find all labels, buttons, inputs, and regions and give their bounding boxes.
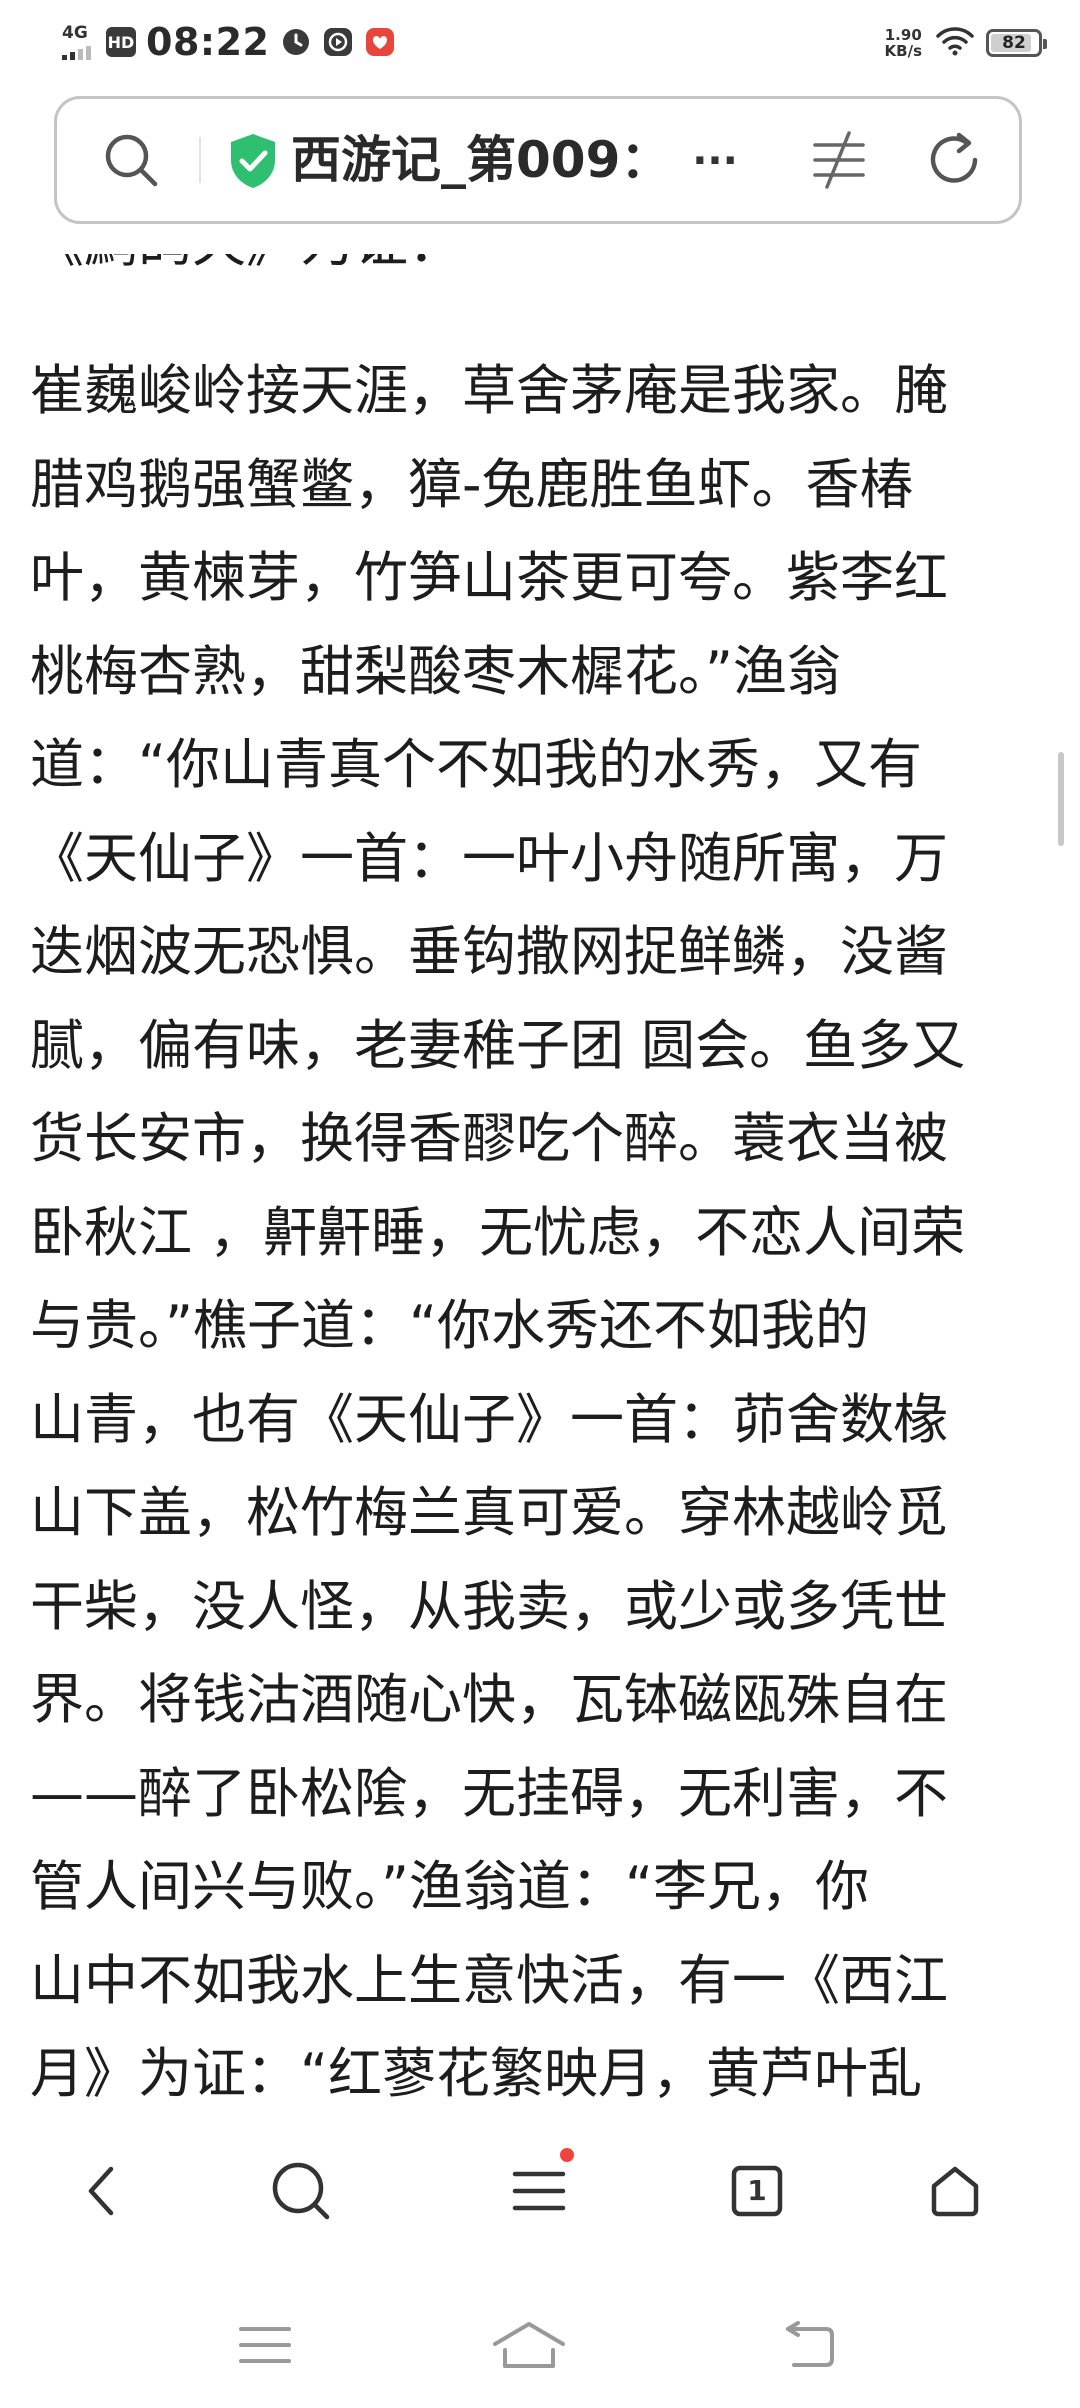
notification-dot bbox=[560, 2148, 574, 2162]
text-line: 干柴，没人怪，从我卖，或少或多凭世 bbox=[30, 1574, 948, 1638]
search-icon[interactable] bbox=[101, 130, 161, 190]
article-content[interactable]: 《鹧鸪天》为证： 崔巍峻岭接天涯，草舍茅庵是我家。腌 腊鸡鹅强蟹鳖，獐-兔鹿胜鱼… bbox=[0, 254, 1080, 2112]
home-button[interactable] bbox=[910, 2146, 1000, 2236]
clock: 08:22 bbox=[146, 20, 270, 64]
status-right: 1.90 KB/s 82 bbox=[884, 18, 1047, 68]
back-arrow-icon bbox=[786, 2321, 834, 2367]
page-title[interactable]: 西游记_第009： bbox=[291, 127, 701, 193]
text-line: 桃梅杏熟，甜梨酸枣木樨花。”渔翁 bbox=[30, 639, 841, 703]
text-line: 卧秋江 ，鼾鼾睡，无忧虑，不恋人间荣 bbox=[30, 1200, 966, 1264]
refresh-icon[interactable] bbox=[923, 129, 985, 191]
status-bar: 4G HD 08:22 1.90 KB/s 82 bbox=[0, 0, 1080, 84]
signal-icon: 4G bbox=[62, 24, 98, 60]
article-body: 崔巍峻岭接天涯，草舍茅庵是我家。腌 腊鸡鹅强蟹鳖，獐-兔鹿胜鱼虾。香椿 叶，黄楝… bbox=[30, 344, 1030, 2112]
tabs-button[interactable]: 1 bbox=[712, 2146, 802, 2236]
text-line: 与贵。”樵子道：“你水秀还不如我的 bbox=[30, 1294, 869, 1357]
home-icon bbox=[493, 2322, 565, 2368]
text-line: 界。将钱沽酒随心快，瓦钵磁瓯殊自在 bbox=[30, 1668, 948, 1731]
text-line: 道：“你山青真个不如我的水秀，又有 bbox=[30, 733, 922, 796]
text-line: 崔巍峻岭接天涯，草舍茅庵是我家。腌 bbox=[30, 359, 948, 422]
chevron-left-icon bbox=[88, 2166, 114, 2216]
tab-count: 1 bbox=[747, 2174, 767, 2207]
wifi-icon bbox=[936, 26, 974, 60]
video-app-icon bbox=[323, 27, 353, 57]
hd-icon: HD bbox=[106, 27, 136, 57]
system-home-button[interactable] bbox=[474, 2308, 584, 2382]
address-divider bbox=[199, 137, 201, 183]
status-left: 4G HD 08:22 bbox=[62, 14, 395, 70]
browser-screen: 4G HD 08:22 1.90 KB/s 82 西游记_第009： ··· 崔… bbox=[0, 0, 1080, 2408]
text-line: 货长安市，换得香醪吃个醉。蓑衣当被 bbox=[30, 1107, 948, 1170]
search-icon bbox=[272, 2162, 330, 2220]
text-line: 《鹧鸪天》为证： bbox=[30, 254, 462, 289]
search-button[interactable] bbox=[256, 2146, 346, 2236]
text-line: 《天仙子》一首：一叶小舟随所寓，万 bbox=[30, 826, 948, 890]
text-line: 山下盖，松竹梅兰真可爱。穿林越岭觅 bbox=[30, 1481, 948, 1544]
menu-button[interactable] bbox=[494, 2146, 584, 2236]
reader-mode-icon[interactable] bbox=[809, 129, 869, 191]
browser-toolbar: 1 bbox=[0, 2112, 1080, 2280]
notification-clock-icon bbox=[281, 27, 311, 57]
text-line: 山中不如我水上生意快活，有一《西江 bbox=[30, 1948, 948, 2012]
text-line: 腻，偏有味，老妻稚子团 圆会。鱼多又 bbox=[30, 1013, 966, 1077]
text-line: 月》为证：“红蓼花繁映月，黄芦叶乱 bbox=[30, 2042, 922, 2105]
text-line: ——醉了卧松隂，无挂碍，无利害，不 bbox=[30, 1761, 948, 1825]
system-back-button[interactable] bbox=[752, 2308, 862, 2382]
address-bar[interactable]: 西游记_第009： ··· bbox=[54, 96, 1022, 224]
network-type: 4G bbox=[62, 23, 88, 43]
menu-icon bbox=[512, 2171, 566, 2211]
secure-shield-icon[interactable] bbox=[227, 132, 279, 190]
text-line: 山青，也有《天仙子》一首：茆舍数椽 bbox=[30, 1387, 948, 1451]
more-icon[interactable]: ··· bbox=[685, 133, 745, 189]
recent-apps-button[interactable] bbox=[210, 2308, 320, 2382]
shopping-app-icon bbox=[365, 27, 395, 57]
recents-icon bbox=[239, 2327, 291, 2363]
text-line: 管人间兴与败。”渔翁道：“李兄，你 bbox=[30, 1855, 869, 1918]
text-line: 叶，黄楝芽，竹笋山茶更可夸。紫李红 bbox=[30, 546, 948, 609]
home-icon bbox=[931, 2166, 979, 2217]
scrollbar[interactable] bbox=[1058, 752, 1064, 846]
system-nav-bar bbox=[0, 2280, 1080, 2408]
battery-icon: 82 bbox=[986, 29, 1047, 57]
text-line: 腊鸡鹅强蟹鳖，獐-兔鹿胜鱼虾。香椿 bbox=[30, 452, 914, 516]
back-button[interactable] bbox=[56, 2146, 146, 2236]
network-speed: 1.90 KB/s bbox=[884, 26, 922, 60]
battery-level: 82 bbox=[1002, 33, 1026, 53]
text-line: 迭烟波无恐惧。垂钩撒网捉鲜鳞，没酱 bbox=[30, 920, 948, 983]
